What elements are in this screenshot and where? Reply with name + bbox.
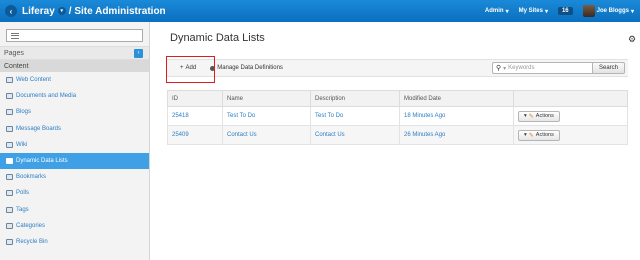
sidebar-item-tags[interactable]: Tags bbox=[0, 202, 149, 218]
sidebar-item-label: Polls bbox=[16, 190, 30, 197]
polls-icon bbox=[6, 190, 13, 197]
dynamic-data-lists-icon bbox=[6, 158, 13, 165]
cell-name[interactable]: Test To Do bbox=[222, 106, 311, 126]
sidebar-search-input[interactable] bbox=[6, 29, 143, 42]
sidebar-item-label: Bookmarks bbox=[16, 174, 47, 181]
main-content: Dynamic Data Lists ⚙ + Add Manage Data D… bbox=[150, 22, 640, 260]
sidebar-item-label: Categories bbox=[16, 222, 46, 229]
table-row: 25409 Contact Us Contact Us 26 Minutes A… bbox=[167, 125, 628, 145]
sidebar-item-message-boards[interactable]: Message Boards bbox=[0, 121, 149, 137]
sidebar-item-label: Web Content bbox=[16, 77, 51, 84]
my-sites-label: My Sites bbox=[518, 8, 543, 14]
sidebar-item-label: Recycle Bin bbox=[16, 238, 48, 245]
sidebar-item-wiki[interactable]: Wiki bbox=[0, 137, 149, 153]
brand-name[interactable]: Liferay bbox=[22, 6, 55, 17]
section-title: / Site Administration bbox=[68, 5, 166, 17]
categories-icon bbox=[6, 222, 13, 229]
bookmarks-icon bbox=[6, 174, 13, 181]
table-row: 25418 Test To Do Test To Do 18 Minutes A… bbox=[167, 106, 628, 126]
message-boards-icon bbox=[6, 125, 13, 132]
sidebar-item-label: Message Boards bbox=[16, 125, 62, 132]
sidebar-item-documents-and-media[interactable]: Documents and Media bbox=[0, 88, 149, 104]
documents-icon bbox=[6, 93, 13, 100]
cell-name[interactable]: Contact Us bbox=[222, 125, 311, 145]
search-button[interactable]: Search bbox=[592, 62, 625, 74]
column-header-modified-date[interactable]: Modified Date bbox=[399, 90, 514, 107]
sidebar-item-label: Blogs bbox=[16, 109, 32, 116]
search-input[interactable]: ⚲ ▾ Keywords bbox=[491, 62, 593, 74]
column-header-id[interactable]: ID bbox=[167, 90, 223, 107]
admin-menu[interactable]: Admin ▾ bbox=[485, 8, 509, 15]
cell-id[interactable]: 25409 bbox=[167, 125, 223, 145]
sidebar-panel-content[interactable]: Content bbox=[0, 59, 149, 72]
actions-button[interactable]: ▾ ✎ Actions bbox=[518, 110, 560, 122]
wrench-icon: ✎ bbox=[528, 132, 534, 139]
top-bar: ‹ Liferay ▾ / Site Administration Admin … bbox=[0, 0, 640, 22]
chevron-down-icon: ▾ bbox=[524, 132, 527, 138]
page-title: Dynamic Data Lists bbox=[170, 32, 265, 44]
sidebar-item-label: Dynamic Data Lists bbox=[16, 158, 68, 165]
blogs-icon bbox=[6, 109, 13, 116]
chevron-down-icon: ▾ bbox=[505, 8, 509, 15]
search-group: ⚲ ▾ Keywords Search bbox=[491, 62, 625, 74]
chevron-down-icon: ▾ bbox=[544, 8, 548, 15]
column-header-actions bbox=[513, 90, 628, 107]
chevron-down-icon[interactable]: ▾ bbox=[503, 65, 506, 72]
search-icon: ⚲ bbox=[495, 65, 502, 72]
add-button-highlight bbox=[166, 56, 215, 83]
sidebar: Pages › Content Web Content Documents an… bbox=[0, 22, 150, 260]
data-lists-table: ID Name Description Modified Date 25418 … bbox=[167, 90, 628, 145]
actions-label: Actions bbox=[535, 113, 554, 119]
sidebar-item-recycle-bin[interactable]: Recycle Bin bbox=[0, 234, 149, 250]
manage-data-definitions-button[interactable]: Manage Data Definitions bbox=[210, 65, 283, 71]
sidebar-item-categories[interactable]: Categories bbox=[0, 218, 149, 234]
avatar bbox=[582, 5, 595, 17]
wrench-icon: ✎ bbox=[528, 113, 534, 120]
cell-actions: ▾ ✎ Actions bbox=[513, 106, 628, 126]
recycle-bin-icon bbox=[6, 238, 13, 245]
my-sites-menu[interactable]: My Sites ▾ bbox=[519, 8, 548, 15]
notification-badge[interactable]: 16 bbox=[557, 7, 573, 15]
cell-actions: ▾ ✎ Actions bbox=[513, 125, 628, 145]
table-header-row: ID Name Description Modified Date bbox=[167, 90, 628, 107]
chevron-down-icon: ▾ bbox=[524, 113, 527, 119]
tags-icon bbox=[6, 206, 13, 213]
chevron-down-icon[interactable]: ▾ bbox=[57, 7, 66, 15]
sidebar-item-web-content[interactable]: Web Content bbox=[0, 72, 149, 88]
search-field-icon bbox=[11, 32, 19, 39]
sidebar-item-blogs[interactable]: Blogs bbox=[0, 104, 149, 120]
sidebar-item-label: Wiki bbox=[16, 141, 28, 148]
chevron-down-icon: ▾ bbox=[630, 8, 634, 15]
sidebar-item-bookmarks[interactable]: Bookmarks bbox=[0, 169, 149, 185]
manage-label: Manage Data Definitions bbox=[217, 65, 283, 71]
user-name: Joe Bloggs bbox=[596, 8, 629, 14]
sidebar-item-polls[interactable]: Polls bbox=[0, 185, 149, 201]
web-content-icon bbox=[6, 77, 13, 84]
wiki-icon bbox=[6, 141, 13, 148]
actions-button[interactable]: ▾ ✎ Actions bbox=[518, 129, 560, 141]
actions-label: Actions bbox=[535, 132, 554, 138]
admin-label: Admin bbox=[484, 8, 504, 14]
brand: Liferay ▾ / Site Administration bbox=[22, 6, 166, 17]
sidebar-item-label: Tags bbox=[16, 206, 29, 213]
back-icon[interactable]: ‹ bbox=[5, 5, 17, 17]
column-header-name[interactable]: Name bbox=[222, 90, 311, 107]
column-header-description[interactable]: Description bbox=[310, 90, 400, 107]
cell-description[interactable]: Contact Us bbox=[310, 125, 400, 145]
sidebar-item-label: Documents and Media bbox=[16, 93, 77, 100]
user-menu[interactable]: Joe Bloggs ▾ bbox=[582, 5, 634, 17]
cell-modified-date[interactable]: 18 Minutes Ago bbox=[399, 106, 514, 126]
search-placeholder: Keywords bbox=[508, 65, 535, 71]
sidebar-content-list: Web Content Documents and Media Blogs Me… bbox=[0, 72, 149, 250]
cell-id[interactable]: 25418 bbox=[167, 106, 223, 126]
toolbar: + Add Manage Data Definitions ⚲ ▾ Keywor… bbox=[167, 59, 628, 77]
chevron-right-icon[interactable]: › bbox=[134, 48, 143, 58]
content-label: Content bbox=[4, 62, 29, 70]
sidebar-panel-pages[interactable]: Pages › bbox=[0, 46, 149, 59]
cell-modified-date[interactable]: 26 Minutes Ago bbox=[399, 125, 514, 145]
sidebar-item-dynamic-data-lists[interactable]: Dynamic Data Lists bbox=[0, 152, 149, 170]
cell-description[interactable]: Test To Do bbox=[310, 106, 400, 126]
pages-label: Pages bbox=[4, 49, 24, 57]
gear-icon[interactable]: ⚙ bbox=[628, 34, 636, 45]
